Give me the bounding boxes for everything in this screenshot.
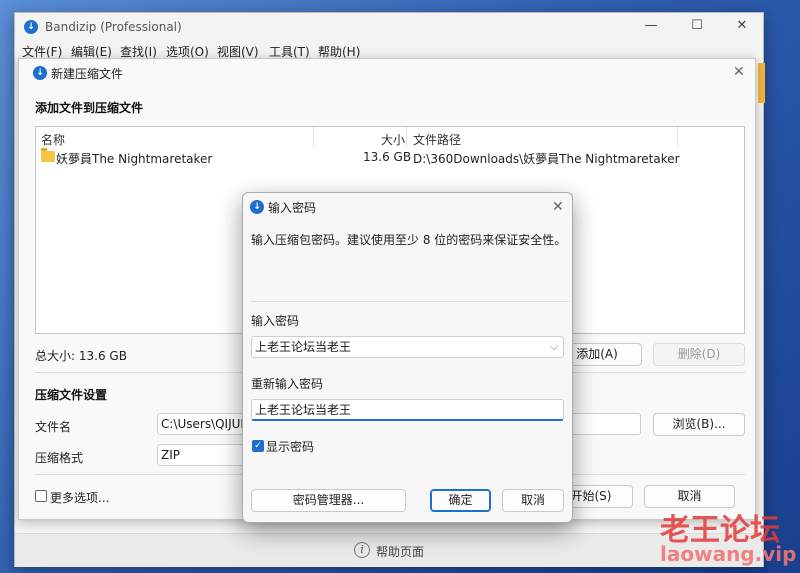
column-header-name[interactable]: 名称 <box>41 131 65 148</box>
ok-button[interactable]: 确定 <box>430 489 491 512</box>
browse-button[interactable]: 浏览(B)... <box>653 413 745 436</box>
password-input[interactable]: 上老王论坛当老王 ⌵ <box>251 336 564 358</box>
password-dialog: ↓ 输入密码 ✕ 输入压缩包密码。建议使用至少 8 位的密码来保证安全性。 输入… <box>242 192 573 523</box>
show-password-label[interactable]: 显示密码 <box>266 438 314 455</box>
format-label: 压缩格式 <box>35 451 84 465</box>
bandizip-logo-icon: ↓ <box>24 20 38 34</box>
column-divider[interactable] <box>677 127 678 147</box>
main-window-title: Bandizip (Professional) <box>45 20 182 34</box>
info-icon: i <box>354 542 370 558</box>
new-archive-title: 新建压缩文件 <box>51 67 124 81</box>
add-files-heading: 添加文件到压缩文件 <box>35 101 144 115</box>
confirm-password-input[interactable]: 上老王论坛当老王 <box>251 399 564 421</box>
bandizip-logo-icon: ↓ <box>250 200 264 214</box>
file-name-cell: 妖夢員The Nightmaretaker <box>56 152 213 166</box>
more-options-label[interactable]: 更多选项... <box>50 489 109 506</box>
help-page-link[interactable]: 帮助页面 <box>376 543 424 560</box>
password-value: 上老王论坛当老王 <box>255 340 352 354</box>
cancel-button[interactable]: 取消 <box>502 489 564 512</box>
total-size-label: 总大小: 13.6 GB <box>35 349 127 363</box>
close-icon[interactable]: ✕ <box>733 64 745 80</box>
password-label: 输入密码 <box>251 314 300 328</box>
file-path-cell: D:\360Downloads\妖夢員The Nightmaretaker <box>413 152 680 166</box>
confirm-password-label: 重新输入密码 <box>251 377 324 391</box>
notification-strip <box>758 63 765 103</box>
folder-icon <box>41 148 55 162</box>
column-divider[interactable] <box>406 127 407 147</box>
file-size-cell: 13.6 GB <box>363 150 412 164</box>
bandizip-logo-icon: ↓ <box>33 66 47 80</box>
close-window-button[interactable]: ✕ <box>719 13 765 41</box>
more-options-checkbox[interactable] <box>35 490 47 502</box>
show-password-checkbox[interactable]: ✓ <box>252 440 264 452</box>
close-icon[interactable]: ✕ <box>552 199 564 215</box>
column-header-path[interactable]: 文件路径 <box>413 131 461 148</box>
archive-settings-heading: 压缩文件设置 <box>35 388 108 402</box>
column-header-size[interactable]: 大小 <box>381 131 405 148</box>
divider <box>251 301 569 302</box>
maximize-button[interactable]: ☐ <box>674 13 720 41</box>
main-title-bar: ↓ Bandizip (Professional) — ☐ ✕ <box>15 13 763 43</box>
password-hint: 输入压缩包密码。建议使用至少 8 位的密码来保证安全性。 <box>251 233 567 247</box>
help-bar[interactable]: i 帮助页面 <box>15 533 763 567</box>
delete-button[interactable]: 删除(D) <box>653 343 745 366</box>
filename-label: 文件名 <box>35 420 72 434</box>
watermark-site: laowang.vip <box>660 542 797 566</box>
chevron-down-icon[interactable]: ⌵ <box>550 338 558 357</box>
password-manager-button[interactable]: 密码管理器... <box>251 489 406 512</box>
column-divider[interactable] <box>313 127 314 147</box>
minimize-button[interactable]: — <box>628 13 674 41</box>
password-dialog-title: 输入密码 <box>268 201 317 215</box>
